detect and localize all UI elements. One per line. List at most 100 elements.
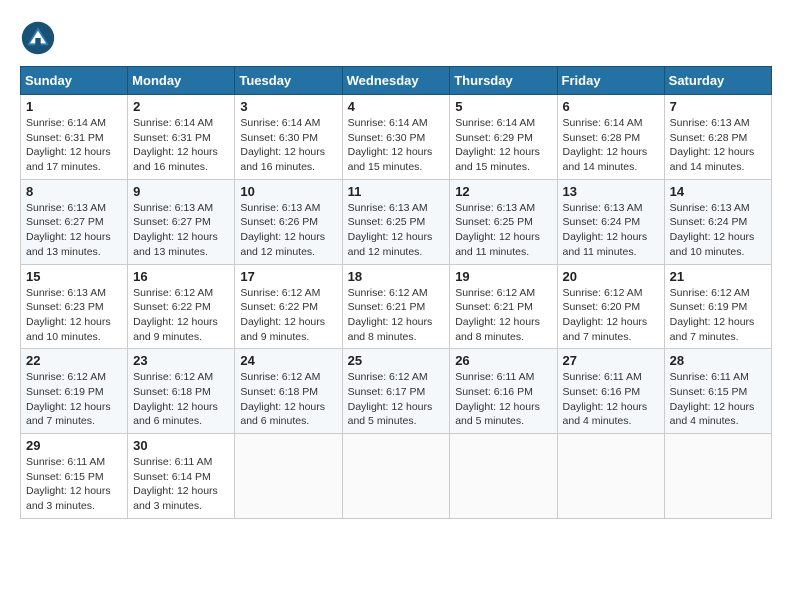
column-header-wednesday: Wednesday	[342, 67, 450, 95]
calendar-cell: 5 Sunrise: 6:14 AMSunset: 6:29 PMDayligh…	[450, 95, 557, 180]
calendar-cell	[664, 434, 771, 519]
calendar-cell: 7 Sunrise: 6:13 AMSunset: 6:28 PMDayligh…	[664, 95, 771, 180]
day-detail: Sunrise: 6:12 AMSunset: 6:18 PMDaylight:…	[133, 371, 218, 427]
day-detail: Sunrise: 6:12 AMSunset: 6:19 PMDaylight:…	[26, 371, 111, 427]
page-header	[20, 20, 772, 56]
calendar-cell: 11 Sunrise: 6:13 AMSunset: 6:25 PMDaylig…	[342, 179, 450, 264]
calendar-cell: 6 Sunrise: 6:14 AMSunset: 6:28 PMDayligh…	[557, 95, 664, 180]
day-detail: Sunrise: 6:14 AMSunset: 6:30 PMDaylight:…	[348, 117, 433, 173]
calendar-cell: 25 Sunrise: 6:12 AMSunset: 6:17 PMDaylig…	[342, 349, 450, 434]
day-detail: Sunrise: 6:14 AMSunset: 6:30 PMDaylight:…	[240, 117, 325, 173]
calendar-cell: 12 Sunrise: 6:13 AMSunset: 6:25 PMDaylig…	[450, 179, 557, 264]
calendar-cell: 16 Sunrise: 6:12 AMSunset: 6:22 PMDaylig…	[128, 264, 235, 349]
calendar-header-row: SundayMondayTuesdayWednesdayThursdayFrid…	[21, 67, 772, 95]
day-detail: Sunrise: 6:11 AMSunset: 6:14 PMDaylight:…	[133, 456, 218, 512]
day-number: 14	[670, 184, 766, 199]
day-number: 19	[455, 269, 551, 284]
calendar-week-row: 1 Sunrise: 6:14 AMSunset: 6:31 PMDayligh…	[21, 95, 772, 180]
day-detail: Sunrise: 6:13 AMSunset: 6:24 PMDaylight:…	[670, 202, 755, 258]
day-number: 22	[26, 353, 122, 368]
day-detail: Sunrise: 6:13 AMSunset: 6:28 PMDaylight:…	[670, 117, 755, 173]
day-number: 29	[26, 438, 122, 453]
calendar-cell	[342, 434, 450, 519]
day-number: 13	[563, 184, 659, 199]
day-number: 20	[563, 269, 659, 284]
day-number: 27	[563, 353, 659, 368]
day-number: 4	[348, 99, 445, 114]
calendar-cell: 21 Sunrise: 6:12 AMSunset: 6:19 PMDaylig…	[664, 264, 771, 349]
calendar-cell	[557, 434, 664, 519]
logo-icon	[20, 20, 56, 56]
calendar-cell: 27 Sunrise: 6:11 AMSunset: 6:16 PMDaylig…	[557, 349, 664, 434]
day-detail: Sunrise: 6:12 AMSunset: 6:18 PMDaylight:…	[240, 371, 325, 427]
day-detail: Sunrise: 6:13 AMSunset: 6:23 PMDaylight:…	[26, 287, 111, 343]
calendar-cell: 3 Sunrise: 6:14 AMSunset: 6:30 PMDayligh…	[235, 95, 342, 180]
column-header-tuesday: Tuesday	[235, 67, 342, 95]
day-number: 12	[455, 184, 551, 199]
day-detail: Sunrise: 6:13 AMSunset: 6:26 PMDaylight:…	[240, 202, 325, 258]
calendar-cell: 20 Sunrise: 6:12 AMSunset: 6:20 PMDaylig…	[557, 264, 664, 349]
day-detail: Sunrise: 6:12 AMSunset: 6:22 PMDaylight:…	[133, 287, 218, 343]
day-number: 2	[133, 99, 229, 114]
column-header-monday: Monday	[128, 67, 235, 95]
logo	[20, 20, 58, 56]
day-number: 1	[26, 99, 122, 114]
calendar-cell: 17 Sunrise: 6:12 AMSunset: 6:22 PMDaylig…	[235, 264, 342, 349]
day-number: 24	[240, 353, 336, 368]
day-number: 8	[26, 184, 122, 199]
calendar-cell: 13 Sunrise: 6:13 AMSunset: 6:24 PMDaylig…	[557, 179, 664, 264]
calendar-cell: 15 Sunrise: 6:13 AMSunset: 6:23 PMDaylig…	[21, 264, 128, 349]
day-detail: Sunrise: 6:12 AMSunset: 6:21 PMDaylight:…	[348, 287, 433, 343]
calendar-cell: 8 Sunrise: 6:13 AMSunset: 6:27 PMDayligh…	[21, 179, 128, 264]
calendar-cell: 28 Sunrise: 6:11 AMSunset: 6:15 PMDaylig…	[664, 349, 771, 434]
calendar-cell: 2 Sunrise: 6:14 AMSunset: 6:31 PMDayligh…	[128, 95, 235, 180]
day-detail: Sunrise: 6:12 AMSunset: 6:20 PMDaylight:…	[563, 287, 648, 343]
day-number: 28	[670, 353, 766, 368]
calendar-week-row: 15 Sunrise: 6:13 AMSunset: 6:23 PMDaylig…	[21, 264, 772, 349]
day-detail: Sunrise: 6:13 AMSunset: 6:27 PMDaylight:…	[133, 202, 218, 258]
day-detail: Sunrise: 6:14 AMSunset: 6:28 PMDaylight:…	[563, 117, 648, 173]
column-header-saturday: Saturday	[664, 67, 771, 95]
day-number: 26	[455, 353, 551, 368]
calendar-cell: 19 Sunrise: 6:12 AMSunset: 6:21 PMDaylig…	[450, 264, 557, 349]
day-number: 5	[455, 99, 551, 114]
day-number: 3	[240, 99, 336, 114]
calendar-cell: 26 Sunrise: 6:11 AMSunset: 6:16 PMDaylig…	[450, 349, 557, 434]
calendar-table: SundayMondayTuesdayWednesdayThursdayFrid…	[20, 66, 772, 519]
calendar-cell: 23 Sunrise: 6:12 AMSunset: 6:18 PMDaylig…	[128, 349, 235, 434]
calendar-week-row: 8 Sunrise: 6:13 AMSunset: 6:27 PMDayligh…	[21, 179, 772, 264]
day-number: 15	[26, 269, 122, 284]
day-detail: Sunrise: 6:14 AMSunset: 6:29 PMDaylight:…	[455, 117, 540, 173]
calendar-cell: 10 Sunrise: 6:13 AMSunset: 6:26 PMDaylig…	[235, 179, 342, 264]
day-detail: Sunrise: 6:13 AMSunset: 6:25 PMDaylight:…	[455, 202, 540, 258]
day-number: 11	[348, 184, 445, 199]
calendar-cell: 22 Sunrise: 6:12 AMSunset: 6:19 PMDaylig…	[21, 349, 128, 434]
calendar-cell: 14 Sunrise: 6:13 AMSunset: 6:24 PMDaylig…	[664, 179, 771, 264]
calendar-cell: 18 Sunrise: 6:12 AMSunset: 6:21 PMDaylig…	[342, 264, 450, 349]
day-number: 9	[133, 184, 229, 199]
calendar-cell: 4 Sunrise: 6:14 AMSunset: 6:30 PMDayligh…	[342, 95, 450, 180]
day-detail: Sunrise: 6:11 AMSunset: 6:16 PMDaylight:…	[563, 371, 648, 427]
day-detail: Sunrise: 6:13 AMSunset: 6:25 PMDaylight:…	[348, 202, 433, 258]
calendar-cell	[450, 434, 557, 519]
day-detail: Sunrise: 6:11 AMSunset: 6:15 PMDaylight:…	[26, 456, 111, 512]
day-detail: Sunrise: 6:11 AMSunset: 6:16 PMDaylight:…	[455, 371, 540, 427]
day-number: 17	[240, 269, 336, 284]
day-number: 25	[348, 353, 445, 368]
day-detail: Sunrise: 6:11 AMSunset: 6:15 PMDaylight:…	[670, 371, 755, 427]
day-detail: Sunrise: 6:12 AMSunset: 6:22 PMDaylight:…	[240, 287, 325, 343]
day-number: 18	[348, 269, 445, 284]
day-number: 10	[240, 184, 336, 199]
calendar-cell: 29 Sunrise: 6:11 AMSunset: 6:15 PMDaylig…	[21, 434, 128, 519]
calendar-cell	[235, 434, 342, 519]
day-number: 30	[133, 438, 229, 453]
day-detail: Sunrise: 6:12 AMSunset: 6:19 PMDaylight:…	[670, 287, 755, 343]
day-detail: Sunrise: 6:14 AMSunset: 6:31 PMDaylight:…	[133, 117, 218, 173]
day-number: 7	[670, 99, 766, 114]
column-header-thursday: Thursday	[450, 67, 557, 95]
column-header-friday: Friday	[557, 67, 664, 95]
day-number: 16	[133, 269, 229, 284]
day-number: 23	[133, 353, 229, 368]
day-detail: Sunrise: 6:12 AMSunset: 6:21 PMDaylight:…	[455, 287, 540, 343]
day-detail: Sunrise: 6:13 AMSunset: 6:27 PMDaylight:…	[26, 202, 111, 258]
